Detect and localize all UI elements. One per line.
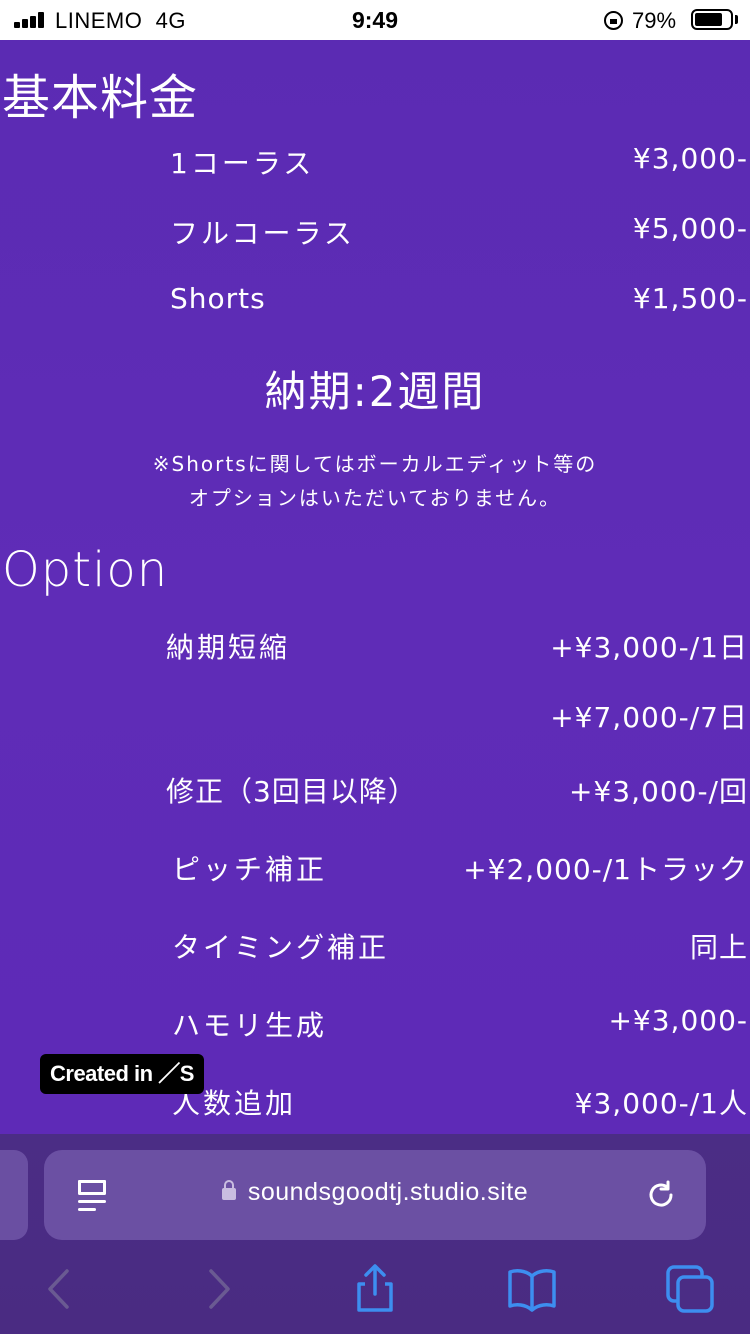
option-row-label: ハモリ生成	[172, 1009, 328, 1042]
reload-icon[interactable]	[644, 1178, 678, 1212]
tabs-icon[interactable]	[665, 1264, 715, 1314]
option-row: 修正（3回目以降） +¥3,000-/回	[0, 770, 750, 814]
battery-icon	[691, 9, 733, 30]
price-row-label: Shorts	[170, 282, 266, 315]
status-bar: LINEMO 4G 9:49 79%	[0, 0, 750, 40]
option-row-value: 同上	[689, 931, 748, 964]
basic-price-title: 基本料金	[2, 70, 199, 126]
battery-percentage: 79%	[632, 8, 677, 33]
url-text: soundsgoodtj.studio.site	[247, 1178, 529, 1206]
option-row: +¥7,000-/7日	[0, 696, 750, 740]
share-icon[interactable]	[350, 1264, 400, 1314]
price-row-value: ¥1,500-	[632, 282, 748, 315]
option-row-value: ¥3,000-/1人	[574, 1087, 748, 1120]
option-row-value: +¥7,000-/7日	[550, 701, 748, 734]
lock-rotation-icon	[604, 11, 623, 30]
shorts-note: オプションはいただいておりません。	[188, 486, 562, 510]
address-bar[interactable]: soundsgoodtj.studio.site	[44, 1150, 706, 1240]
price-row-value: ¥3,000-	[632, 142, 748, 175]
forward-icon[interactable]	[194, 1264, 244, 1314]
option-row: ピッチ補正 +¥2,000-/1トラック	[0, 848, 750, 892]
option-title: Option	[2, 542, 169, 598]
price-row-label: フルコーラス	[170, 217, 355, 250]
price-row-value: ¥5,000-	[632, 212, 748, 245]
url-display[interactable]: soundsgoodtj.studio.site	[44, 1178, 706, 1207]
created-in-studio-badge[interactable]: Created in ／S	[40, 1054, 204, 1094]
option-row-value: +¥2,000-/1トラック	[463, 853, 748, 886]
option-row-value: +¥3,000-	[608, 1004, 748, 1037]
back-icon[interactable]	[34, 1264, 84, 1314]
shorts-note: ※Shortsに関してはボーカルエディット等の	[152, 452, 598, 476]
delivery-period: 納期:2週間	[264, 367, 486, 416]
price-row: フルコーラス ¥5,000-	[0, 212, 750, 256]
page-content: 基本料金 1コーラス ¥3,000- フルコーラス ¥5,000- Shorts…	[0, 40, 750, 1134]
price-row: 1コーラス ¥3,000-	[0, 142, 750, 186]
option-row-label: ピッチ補正	[172, 853, 328, 886]
option-row: ハモリ生成 +¥3,000-	[0, 1004, 750, 1048]
option-row-label: 納期短縮	[166, 631, 291, 664]
option-row: 納期短縮 +¥3,000-/1日	[0, 626, 750, 670]
option-row-value: +¥3,000-/1日	[550, 631, 748, 664]
browser-toolbar: soundsgoodtj.studio.site	[0, 1134, 750, 1334]
bookmarks-icon[interactable]	[507, 1264, 557, 1314]
price-row: Shorts ¥1,500-	[0, 282, 750, 326]
option-row-label: 修正（3回目以降）	[166, 775, 417, 808]
price-row-label: 1コーラス	[170, 147, 315, 180]
battery-nub	[735, 15, 738, 24]
lock-icon	[221, 1180, 236, 1200]
previous-tab-edge[interactable]	[0, 1150, 28, 1240]
option-row-value: +¥3,000-/回	[569, 775, 748, 808]
option-row-label: タイミング補正	[172, 931, 390, 964]
battery-level	[695, 13, 722, 26]
option-row: タイミング補正 同上	[0, 926, 750, 970]
